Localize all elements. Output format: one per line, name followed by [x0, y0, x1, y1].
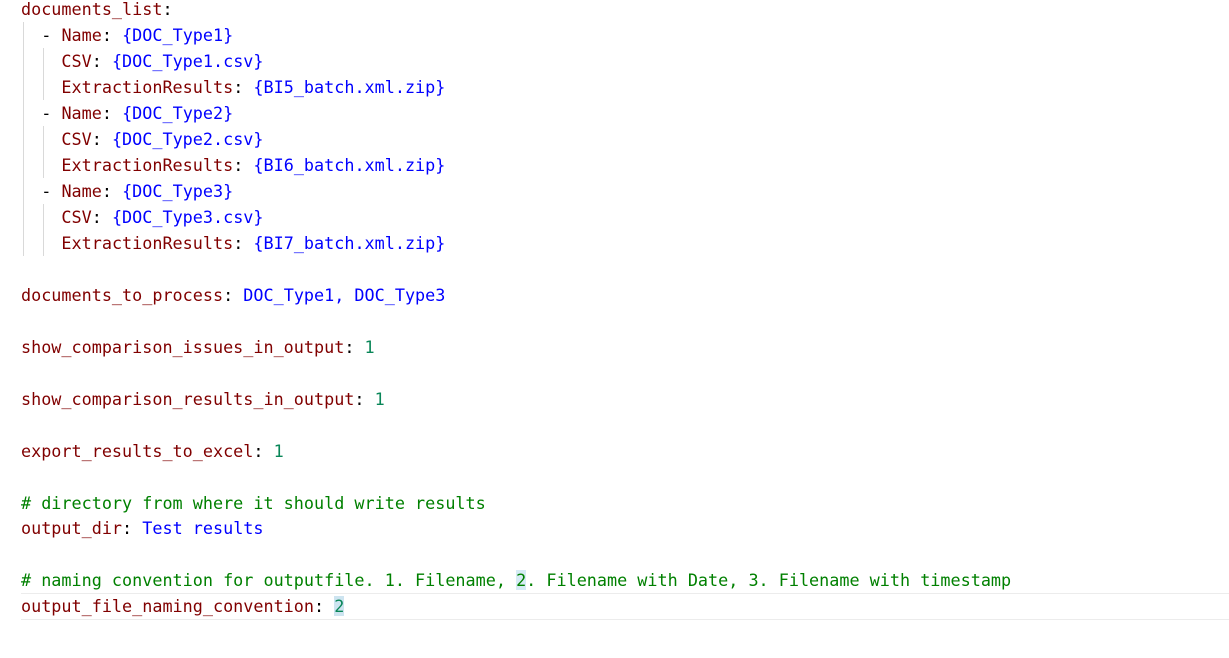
yaml-key: CSV [61, 207, 92, 227]
yaml-value: {DOC_Type2.csv} [111, 129, 264, 149]
yaml-key: show_comparison_results_in_output [21, 389, 355, 409]
yaml-key: Name [61, 25, 102, 45]
code-line: documents_list: [21, 0, 173, 19]
yaml-value: {BI5_batch.xml.zip} [253, 77, 446, 97]
yaml-key: CSV [61, 51, 92, 71]
yaml-key: documents_list [21, 0, 163, 19]
yaml-key: ExtractionResults [61, 77, 234, 97]
yaml-key: documents_to_process [21, 285, 224, 305]
code-line: CSV: {DOC_Type1.csv} [61, 51, 264, 71]
code-line: # naming convention for outputfile. 1. F… [21, 567, 1011, 593]
code-line: - Name: {DOC_Type3} [41, 181, 234, 201]
yaml-key: export_results_to_excel [21, 441, 254, 461]
yaml-number: 1 [273, 441, 284, 461]
yaml-key: output_file_naming_convention [21, 596, 314, 616]
yaml-key: Name [61, 181, 102, 201]
code-line: export_results_to_excel: 1 [21, 441, 284, 461]
code-line: ExtractionResults: {BI5_batch.xml.zip} [61, 77, 446, 97]
yaml-number: 1 [364, 337, 375, 357]
code-line: ExtractionResults: {BI6_batch.xml.zip} [61, 155, 446, 175]
yaml-comment: # directory from where it should write r… [21, 493, 486, 513]
yaml-comment: . Filename with Date, 3. Filename with t… [526, 570, 1012, 590]
match-highlight: 2 [516, 570, 527, 590]
yaml-value: {DOC_Type3.csv} [111, 207, 264, 227]
yaml-key: show_comparison_issues_in_output [21, 337, 345, 357]
yaml-key: ExtractionResults [61, 233, 234, 253]
code-line: documents_to_process: DOC_Type1, DOC_Typ… [21, 285, 446, 305]
yaml-value: Test results [142, 518, 264, 538]
yaml-number[interactable]: 2 [334, 596, 345, 616]
code-line: output_file_naming_convention: 2 [21, 596, 345, 616]
yaml-comment: # naming convention for outputfile. 1. F… [21, 570, 517, 590]
yaml-key: CSV [61, 129, 92, 149]
yaml-value: {BI6_batch.xml.zip} [253, 155, 446, 175]
yaml-key: Name [61, 103, 102, 123]
code-line: CSV: {DOC_Type3.csv} [61, 207, 264, 227]
code-editor[interactable]: documents_list: - Name: {DOC_Type1} CSV:… [0, 0, 1229, 658]
yaml-value: {DOC_Type3} [122, 181, 234, 201]
yaml-value: DOC_Type1, DOC_Type3 [243, 285, 446, 305]
code-line: ExtractionResults: {BI7_batch.xml.zip} [61, 233, 446, 253]
code-line: - Name: {DOC_Type2} [41, 103, 234, 123]
code-line: CSV: {DOC_Type2.csv} [61, 129, 264, 149]
yaml-value: {DOC_Type1.csv} [111, 51, 264, 71]
code-line: show_comparison_issues_in_output: 1 [21, 337, 375, 357]
yaml-key: ExtractionResults [61, 155, 234, 175]
yaml-value: {DOC_Type2} [122, 103, 234, 123]
yaml-number: 1 [374, 389, 385, 409]
code-line: output_dir: Test results [21, 518, 264, 538]
code-line: - Name: {DOC_Type1} [41, 25, 234, 45]
code-line: # directory from where it should write r… [21, 490, 486, 516]
code-line: show_comparison_results_in_output: 1 [21, 389, 385, 409]
yaml-key: output_dir [21, 518, 123, 538]
yaml-value: {BI7_batch.xml.zip} [253, 233, 446, 253]
yaml-value: {DOC_Type1} [122, 25, 234, 45]
